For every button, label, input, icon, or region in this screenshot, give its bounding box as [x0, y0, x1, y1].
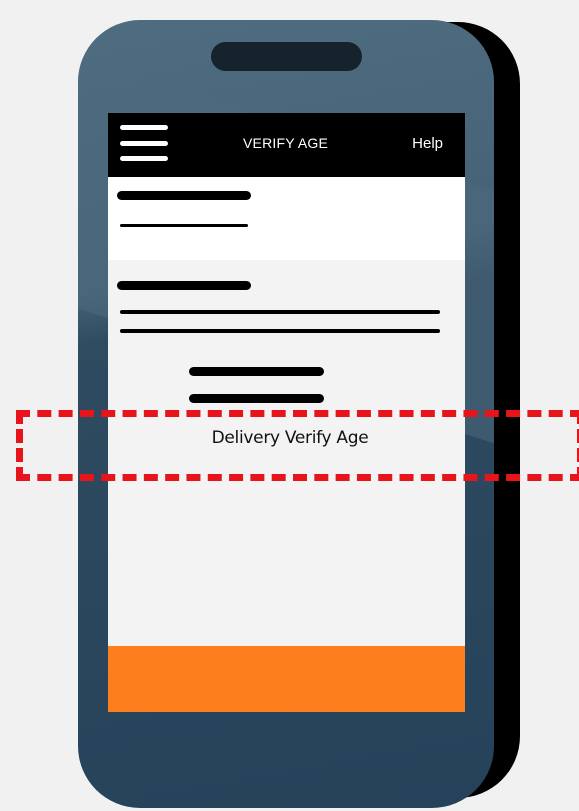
- app-header: VERIFY AGE Help: [108, 113, 465, 177]
- placeholder-line: [120, 329, 440, 333]
- highlight-dashed-box: [16, 410, 579, 481]
- page-title: VERIFY AGE: [243, 135, 328, 151]
- summary-card: [108, 177, 465, 260]
- action-bar[interactable]: [108, 646, 465, 712]
- phone-speaker: [211, 42, 362, 71]
- placeholder-line: [189, 367, 324, 376]
- hamburger-menu-icon[interactable]: [120, 125, 168, 165]
- placeholder-line: [120, 224, 248, 227]
- menu-line: [120, 125, 168, 130]
- menu-line: [120, 156, 168, 161]
- help-link[interactable]: Help: [412, 135, 443, 152]
- placeholder-heading: [117, 281, 251, 290]
- placeholder-line: [120, 310, 440, 314]
- placeholder-heading: [117, 191, 251, 200]
- menu-line: [120, 141, 168, 146]
- placeholder-line: [189, 394, 324, 403]
- stage: VERIFY AGE Help Delivery Verify Age: [0, 0, 579, 811]
